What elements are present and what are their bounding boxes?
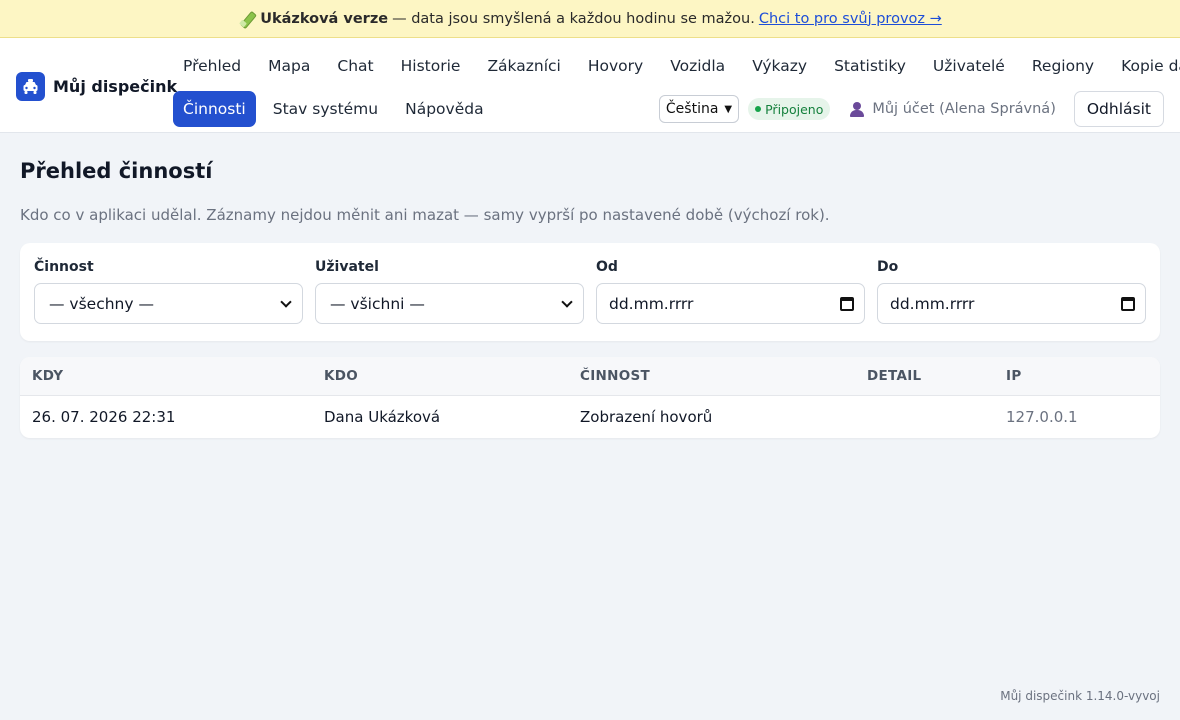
- connection-status-label: Připojeno: [765, 101, 824, 117]
- to-filter-label: Do: [877, 259, 899, 275]
- chevron-down-icon: [561, 295, 573, 308]
- page-description: Kdo co v aplikaci udělal. Záznamy nejdou…: [20, 206, 830, 224]
- nav-item-historie[interactable]: Historie: [391, 48, 471, 84]
- taxi-icon: [16, 72, 45, 101]
- chevron-down-icon: ▼: [724, 103, 733, 115]
- table-header: Kdy Kdo Činnost Detail IP: [20, 357, 1160, 396]
- brand[interactable]: Můj dispečink: [16, 72, 177, 101]
- user-select[interactable]: — všichni —: [315, 283, 584, 324]
- activity-select-value: — všechny —: [49, 294, 154, 313]
- nav-item-vykazy[interactable]: Výkazy: [742, 48, 817, 84]
- demo-banner-link[interactable]: Chci to pro svůj provoz →: [759, 11, 942, 27]
- main-nav: Přehled Mapa Chat Historie Zákazníci Hov…: [173, 48, 1180, 84]
- user-filter: Uživatel — všichni —: [315, 259, 584, 324]
- nav-item-zakaznici[interactable]: Zákazníci: [477, 48, 570, 84]
- status-dot-icon: [755, 106, 762, 112]
- activity-filter: Činnost — všechny —: [34, 259, 303, 324]
- account-link[interactable]: Můj účet (Alena Správná): [850, 101, 1056, 117]
- language-select-value: Čeština: [665, 101, 719, 117]
- app-header: Můj dispečink Přehled Mapa Chat Historie…: [0, 38, 1180, 133]
- activity-table: Kdy Kdo Činnost Detail IP 26. 07. 2026 2…: [20, 357, 1160, 438]
- nav-item-kopie-dat[interactable]: Kopie dat: [1111, 48, 1180, 84]
- demo-banner-label: Ukázková verze: [260, 10, 389, 27]
- from-filter: Od dd.mm.rrrr: [596, 259, 865, 324]
- nav-item-hovory[interactable]: Hovory: [578, 48, 653, 84]
- app-version: Můj dispečink 1.14.0-vyvoj: [1000, 689, 1160, 703]
- brand-name: Můj dispečink: [53, 77, 178, 96]
- demo-banner-text: — data jsou smyšlená a každou hodinu se …: [392, 10, 755, 27]
- column-header-cinnost: Činnost: [580, 368, 651, 384]
- nav-item-statistiky[interactable]: Statistiky: [824, 48, 916, 84]
- cell-activity: Zobrazení hovorů: [580, 408, 713, 426]
- nav-item-chat[interactable]: Chat: [327, 48, 383, 84]
- to-date-placeholder: dd.mm.rrrr: [890, 294, 975, 313]
- to-date-input[interactable]: dd.mm.rrrr: [877, 283, 1146, 324]
- demo-banner: Ukázková verze — data jsou smyšlená a ka…: [0, 0, 1180, 38]
- nav-item-uzivatele[interactable]: Uživatelé: [923, 48, 1015, 84]
- column-header-ip: IP: [1006, 368, 1022, 384]
- nav-item-cinnosti[interactable]: Činnosti: [173, 91, 256, 127]
- activity-filter-label: Činnost: [34, 259, 94, 275]
- user-filter-label: Uživatel: [315, 259, 379, 275]
- nav-item-vozidla[interactable]: Vozidla: [660, 48, 735, 84]
- calendar-icon[interactable]: [840, 296, 854, 311]
- cell-ip: 127.0.0.1: [1006, 408, 1078, 426]
- table-row: 26. 07. 2026 22:31 Dana Ukázková Zobraze…: [20, 396, 1160, 438]
- column-header-kdo: Kdo: [324, 368, 359, 384]
- header-actions: Čeština ▼ Připojeno Můj účet (Alena Sprá…: [658, 91, 1164, 127]
- filter-panel: Činnost — všechny — Uživatel — všichni —…: [20, 243, 1160, 341]
- nav-item-napoveda[interactable]: Nápověda: [395, 91, 493, 127]
- cell-who: Dana Ukázková: [324, 408, 441, 426]
- account-label: Můj účet (Alena Správná): [872, 101, 1056, 117]
- nav-item-regiony[interactable]: Regiony: [1022, 48, 1104, 84]
- main-nav-row-2: Činnosti Stav systému Nápověda: [173, 91, 501, 127]
- nav-item-stav-systemu[interactable]: Stav systému: [263, 91, 388, 127]
- from-date-placeholder: dd.mm.rrrr: [609, 294, 694, 313]
- from-filter-label: Od: [596, 259, 618, 275]
- user-icon: [850, 101, 865, 117]
- from-date-input[interactable]: dd.mm.rrrr: [596, 283, 865, 324]
- to-filter: Do dd.mm.rrrr: [877, 259, 1146, 324]
- activity-select[interactable]: — všechny —: [34, 283, 303, 324]
- nav-item-mapa[interactable]: Mapa: [258, 48, 320, 84]
- chevron-down-icon: [280, 295, 292, 308]
- cell-when: 26. 07. 2026 22:31: [32, 408, 176, 426]
- calendar-icon[interactable]: [1121, 296, 1135, 311]
- nav-item-prehled[interactable]: Přehled: [173, 48, 251, 84]
- test-tube-icon: [238, 11, 254, 27]
- language-select[interactable]: Čeština ▼: [658, 95, 740, 123]
- column-header-kdy: Kdy: [32, 368, 64, 384]
- user-select-value: — všichni —: [330, 294, 425, 313]
- column-header-detail: Detail: [867, 368, 922, 384]
- page-title: Přehled činností: [20, 159, 213, 183]
- connection-status-badge: Připojeno: [748, 98, 831, 120]
- logout-button[interactable]: Odhlásit: [1073, 91, 1164, 127]
